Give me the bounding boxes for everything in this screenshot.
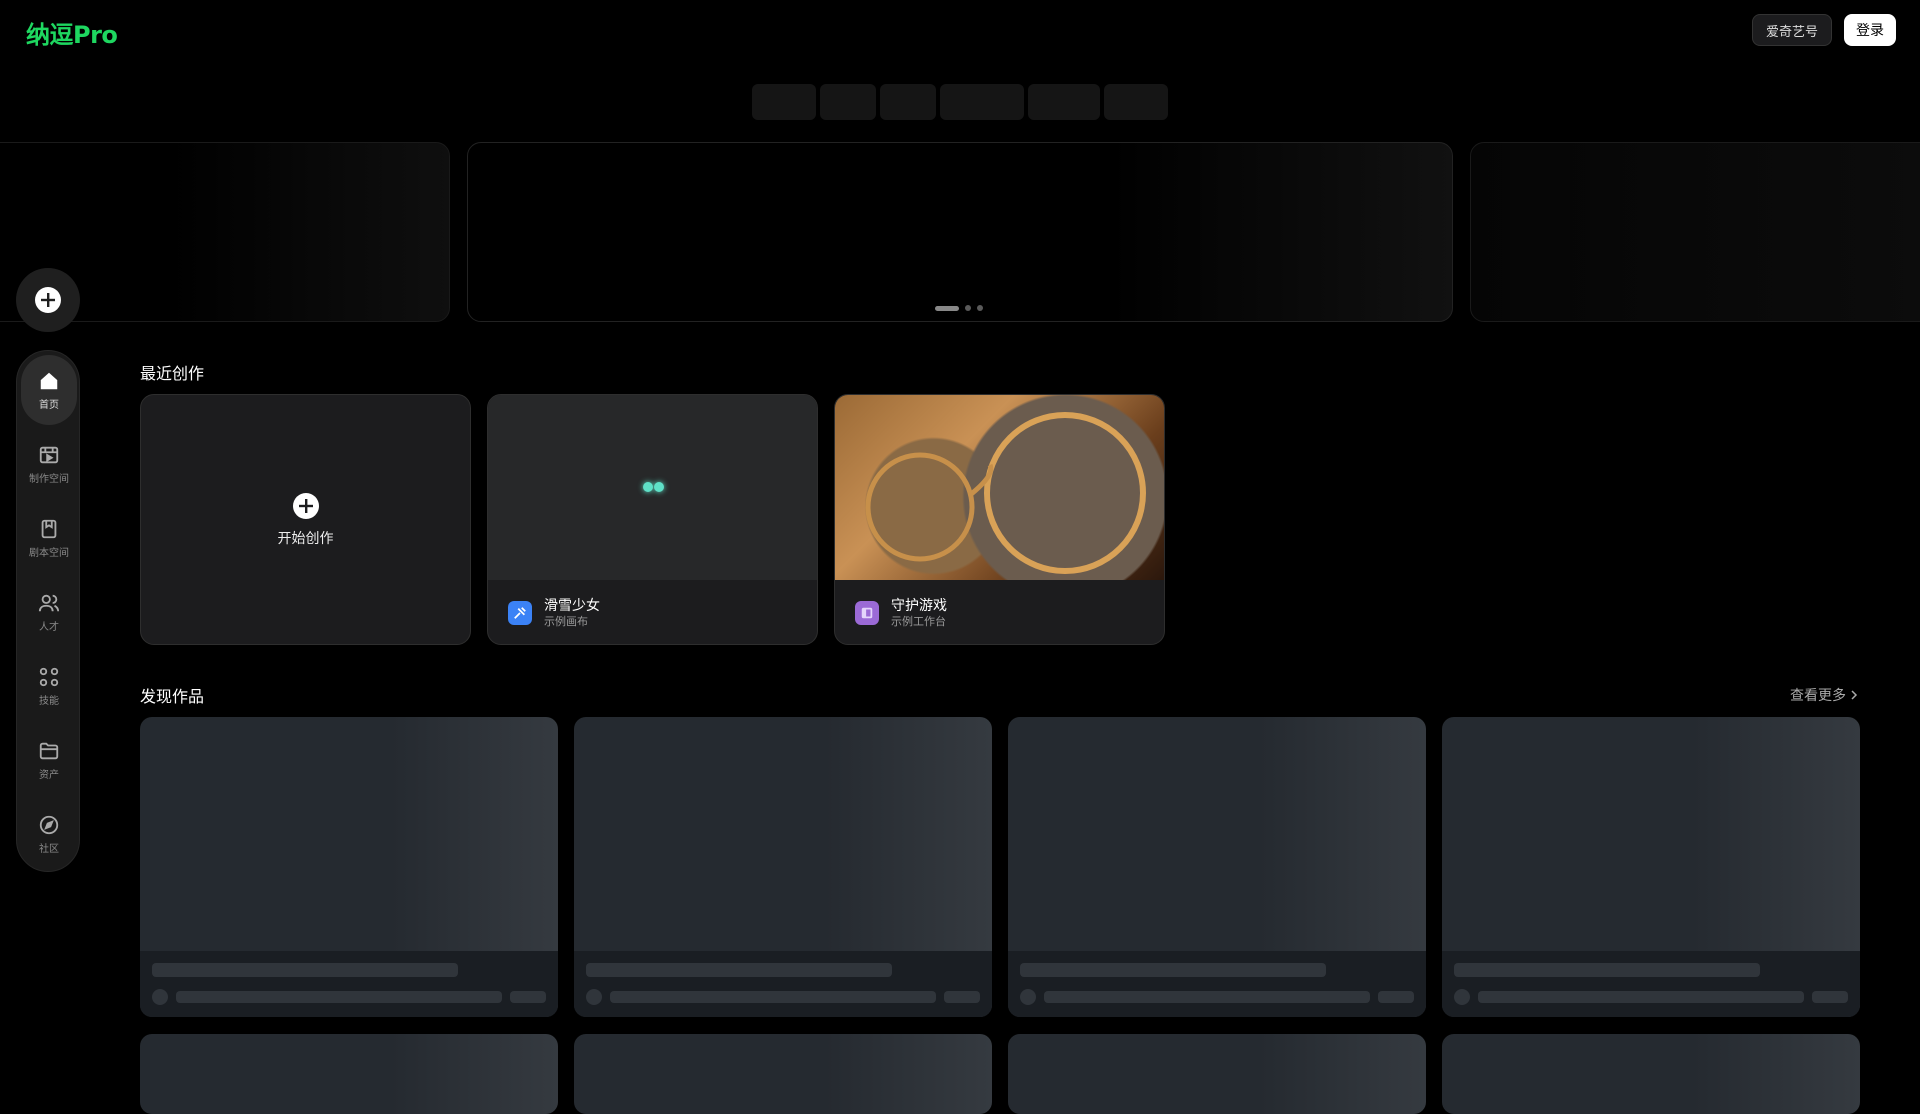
view-more-link[interactable]: 查看更多: [1790, 685, 1858, 705]
sidebar-item-script[interactable]: 剧本空间: [21, 503, 77, 573]
loading-indicator: [643, 482, 664, 492]
chevron-right-icon: [1851, 690, 1858, 700]
talent-icon: [38, 594, 60, 611]
glasses-reflection-image: [865, 412, 1146, 574]
canvas-app-icon: [508, 601, 532, 625]
sidebar-item-label: 制作空间: [29, 473, 69, 485]
project-type: 示例工作台: [891, 614, 946, 628]
sidebar-item-home[interactable]: 首页: [21, 355, 77, 425]
tab-placeholder[interactable]: [880, 84, 936, 120]
sidebar-item-talent[interactable]: 人才: [21, 577, 77, 647]
tab-placeholder[interactable]: [940, 84, 1024, 120]
work-card-skeleton[interactable]: [1442, 1034, 1860, 1114]
recent-section-title: 最近创作: [140, 364, 205, 383]
recent-project-card[interactable]: 滑雪少女 示例画布: [487, 394, 818, 645]
carousel-indicator: [935, 305, 983, 311]
carousel-slide-current[interactable]: [467, 142, 1453, 322]
work-card-skeleton[interactable]: [140, 717, 558, 1017]
work-card-skeleton[interactable]: [1442, 717, 1860, 1017]
production-space-icon: [39, 446, 59, 463]
workbench-app-icon: [855, 601, 879, 625]
work-card-skeleton[interactable]: [574, 717, 992, 1017]
project-name: 滑雪少女: [544, 597, 600, 614]
sidebar-item-label: 社区: [39, 843, 59, 855]
brand-logo[interactable]: 纳逗Pro: [26, 15, 118, 50]
work-card-skeleton[interactable]: [1008, 717, 1426, 1017]
iqiyi-account-button[interactable]: 爱奇艺号: [1752, 14, 1832, 46]
folder-icon: [39, 742, 59, 759]
start-creating-card[interactable]: 开始创作: [140, 394, 471, 645]
sidebar-item-skills[interactable]: 技能: [21, 651, 77, 721]
tab-placeholder[interactable]: [820, 84, 876, 120]
project-name: 守护游戏: [891, 597, 947, 614]
sidebar-item-label: 剧本空间: [29, 547, 69, 559]
sidebar-item-assets[interactable]: 资产: [21, 725, 77, 795]
project-type: 示例画布: [544, 614, 588, 628]
skills-icon: [39, 667, 59, 686]
sidebar-item-label: 资产: [39, 769, 59, 781]
sidebar-nav: 首页 制作空间 剧本空间 人才 技能 资产 社区: [16, 350, 80, 872]
work-card-skeleton[interactable]: [1008, 1034, 1426, 1114]
project-thumbnail: [835, 395, 1164, 580]
home-icon: [40, 372, 58, 389]
compass-icon: [39, 815, 59, 834]
sidebar-item-label: 技能: [39, 695, 59, 707]
login-button[interactable]: 登录: [1844, 14, 1896, 46]
recent-project-card[interactable]: 守护游戏 示例工作台: [834, 394, 1165, 645]
discover-section-title: 发现作品: [140, 687, 205, 706]
create-button[interactable]: [16, 268, 80, 332]
carousel-dot[interactable]: [965, 305, 971, 311]
sidebar-item-community[interactable]: 社区: [21, 799, 77, 869]
tab-placeholder[interactable]: [1028, 84, 1100, 120]
sidebar-item-production[interactable]: 制作空间: [21, 429, 77, 499]
work-card-skeleton[interactable]: [574, 1034, 992, 1114]
plus-circle-icon: [35, 287, 61, 313]
tab-placeholder[interactable]: [752, 84, 816, 120]
start-creating-label: 开始创作: [277, 530, 334, 547]
sidebar-item-label: 人才: [39, 621, 59, 633]
project-thumbnail: [488, 395, 817, 580]
carousel-slide-next[interactable]: [1470, 142, 1920, 322]
view-more-label: 查看更多: [1790, 688, 1846, 704]
tab-placeholder[interactable]: [1104, 84, 1168, 120]
carousel-dot[interactable]: [977, 305, 983, 311]
script-space-icon: [41, 519, 57, 538]
plus-circle-icon: [292, 492, 319, 519]
work-card-skeleton[interactable]: [140, 1034, 558, 1114]
sidebar-item-label: 首页: [39, 399, 59, 411]
carousel-dot-active[interactable]: [935, 305, 959, 311]
